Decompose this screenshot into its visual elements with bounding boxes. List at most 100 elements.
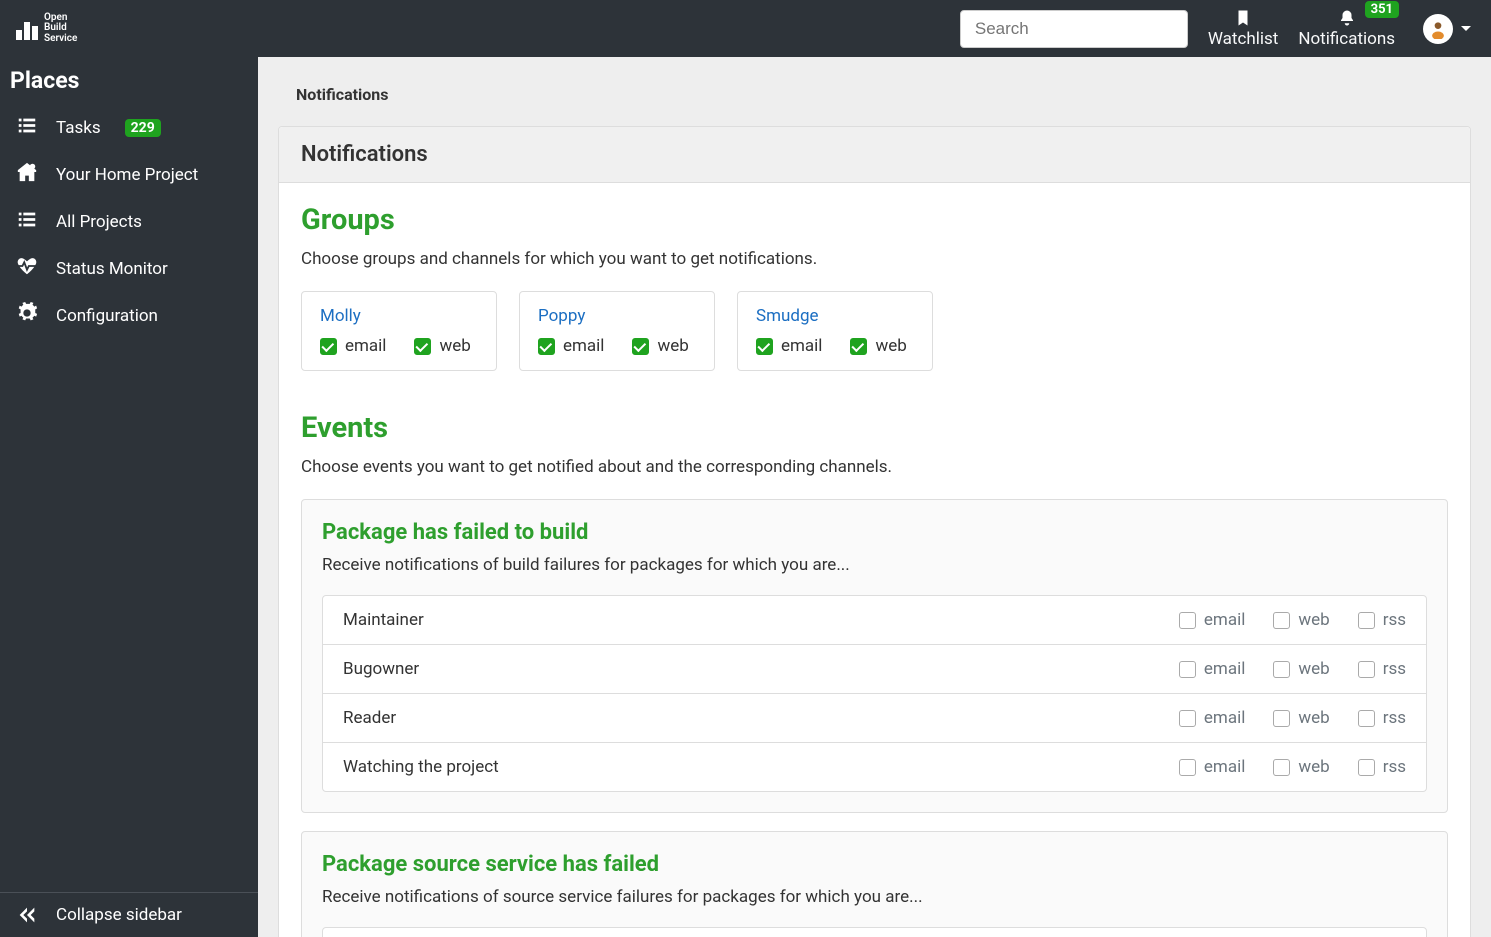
breadcrumb: Notifications <box>278 57 1471 126</box>
group-cards: Molly email web Poppy email web Smudge email web <box>301 291 1448 371</box>
event-row: Bugowner email web rss <box>323 645 1426 694</box>
group-web-checkbox[interactable]: web <box>850 336 906 356</box>
event-email-checkbox[interactable]: email <box>1179 610 1245 630</box>
event-email-checkbox[interactable]: email <box>1179 757 1245 777</box>
checkbox-icon <box>850 338 867 355</box>
card-header: Notifications <box>279 127 1470 183</box>
checkbox-label: email <box>563 336 604 356</box>
chevron-down-icon <box>1461 26 1471 31</box>
group-link[interactable]: Smudge <box>756 306 914 326</box>
event-role-label: Bugowner <box>343 659 1151 679</box>
checkbox-label: web <box>1298 659 1329 679</box>
checkbox-icon <box>1179 612 1196 629</box>
logo-text: Open Build Service <box>44 13 77 45</box>
bell-icon <box>1338 9 1356 27</box>
bookmark-icon <box>1234 9 1252 27</box>
tasks-icon <box>16 114 38 141</box>
checkbox-icon <box>1273 759 1290 776</box>
checkbox-icon <box>632 338 649 355</box>
event-section: Package source service has failedReceive… <box>301 831 1448 937</box>
logo[interactable]: Open Build Service <box>16 13 77 45</box>
sidebar: Places Tasks229Your Home ProjectAll Proj… <box>0 57 258 937</box>
event-rss-checkbox[interactable]: rss <box>1358 610 1406 630</box>
cog-icon <box>16 302 38 329</box>
sidebar-item-label: All Projects <box>56 212 142 232</box>
group-web-checkbox[interactable]: web <box>414 336 470 356</box>
group-card: Poppy email web <box>519 291 715 371</box>
checkbox-icon <box>1273 710 1290 727</box>
event-web-checkbox[interactable]: web <box>1273 757 1329 777</box>
group-email-checkbox[interactable]: email <box>320 336 386 356</box>
event-role-label: Reader <box>343 708 1151 728</box>
event-email-checkbox[interactable]: email <box>1179 659 1245 679</box>
checkbox-icon <box>1273 612 1290 629</box>
event-title: Package source service has failed <box>322 852 1427 877</box>
checkbox-label: rss <box>1383 757 1406 777</box>
event-table: Maintaineremailwebrss <box>322 927 1427 937</box>
sidebar-badge: 229 <box>125 119 161 137</box>
event-role-label: Maintainer <box>343 610 1151 630</box>
group-card: Molly email web <box>301 291 497 371</box>
search-input[interactable] <box>960 10 1188 48</box>
event-sections: Package has failed to build Receive notif… <box>301 499 1448 937</box>
event-row: Watching the project email web rss <box>323 743 1426 791</box>
checkbox-icon <box>414 338 431 355</box>
sidebar-item-configuration[interactable]: Configuration <box>0 292 258 339</box>
group-link[interactable]: Molly <box>320 306 478 326</box>
avatar <box>1423 14 1453 44</box>
checkbox-label: web <box>1298 610 1329 630</box>
group-email-checkbox[interactable]: email <box>538 336 604 356</box>
group-web-checkbox[interactable]: web <box>632 336 688 356</box>
event-row: Reader email web rss <box>323 694 1426 743</box>
checkbox-label: email <box>1204 708 1245 728</box>
event-email-checkbox[interactable]: email <box>1179 708 1245 728</box>
checkbox-icon <box>1273 661 1290 678</box>
event-role-label: Watching the project <box>343 757 1151 777</box>
event-rss-checkbox[interactable]: rss <box>1358 757 1406 777</box>
watchlist-button[interactable]: Watchlist <box>1208 9 1278 49</box>
group-card: Smudge email web <box>737 291 933 371</box>
event-row: Maintainer email web rss <box>323 596 1426 645</box>
checkbox-label: email <box>345 336 386 356</box>
group-email-checkbox[interactable]: email <box>756 336 822 356</box>
list-icon <box>16 208 38 235</box>
event-web-checkbox[interactable]: web <box>1273 708 1329 728</box>
collapse-sidebar-button[interactable]: Collapse sidebar <box>0 892 258 937</box>
sidebar-nav: Tasks 229 Your Home Project All Projects Sta… <box>0 104 258 339</box>
sidebar-item-your-home-project[interactable]: Your Home Project <box>0 151 258 198</box>
sidebar-item-label: Tasks <box>56 118 101 138</box>
notifications-button[interactable]: 351 Notifications <box>1298 9 1395 49</box>
main-content: Notifications Notifications Groups Choos… <box>258 57 1491 937</box>
event-title: Package has failed to build <box>322 520 1427 545</box>
collapse-label: Collapse sidebar <box>56 905 182 925</box>
event-rss-checkbox[interactable]: rss <box>1358 708 1406 728</box>
checkbox-label: web <box>875 336 906 356</box>
checkbox-icon <box>538 338 555 355</box>
event-desc: Receive notifications of build failures … <box>322 555 1427 575</box>
group-link[interactable]: Poppy <box>538 306 696 326</box>
checkbox-label: rss <box>1383 659 1406 679</box>
events-desc: Choose events you want to get notified a… <box>301 457 1448 477</box>
checkbox-label: email <box>781 336 822 356</box>
checkbox-label: web <box>439 336 470 356</box>
checkbox-label: email <box>1204 757 1245 777</box>
sidebar-item-status-monitor[interactable]: Status Monitor <box>0 245 258 292</box>
sidebar-item-all-projects[interactable]: All Projects <box>0 198 258 245</box>
checkbox-icon <box>1358 612 1375 629</box>
event-web-checkbox[interactable]: web <box>1273 659 1329 679</box>
checkbox-label: web <box>1298 708 1329 728</box>
user-menu[interactable] <box>1423 14 1471 44</box>
topbar: Open Build Service Watchlist 351 Notific… <box>0 0 1491 57</box>
events-title: Events <box>301 411 1448 445</box>
checkbox-label: email <box>1204 610 1245 630</box>
event-section: Package has failed to build Receive notif… <box>301 499 1448 813</box>
event-row: Maintaineremailwebrss <box>323 928 1426 937</box>
groups-desc: Choose groups and channels for which you… <box>301 249 1448 269</box>
event-web-checkbox[interactable]: web <box>1273 610 1329 630</box>
heartbeat-icon <box>16 255 38 282</box>
sidebar-item-tasks[interactable]: Tasks 229 <box>0 104 258 151</box>
event-rss-checkbox[interactable]: rss <box>1358 659 1406 679</box>
watchlist-label: Watchlist <box>1208 29 1278 49</box>
sidebar-item-label: Your Home Project <box>56 165 198 185</box>
checkbox-label: web <box>1298 757 1329 777</box>
